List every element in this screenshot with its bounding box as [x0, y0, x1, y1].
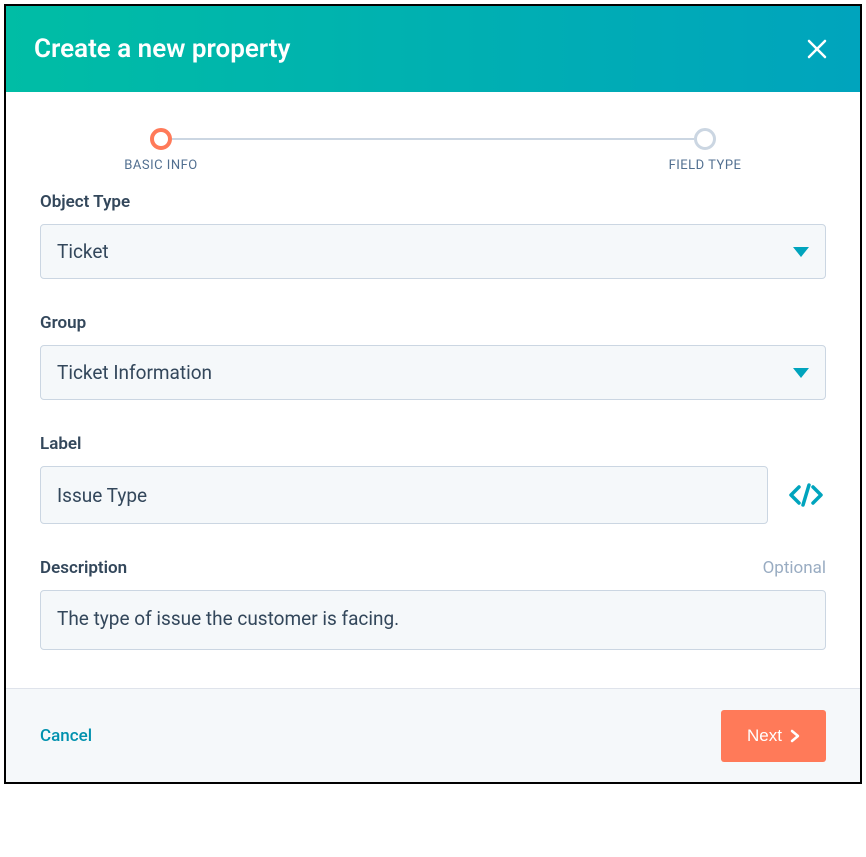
- close-icon: [805, 37, 829, 61]
- internal-name-button[interactable]: [786, 475, 826, 515]
- modal-title: Create a new property: [34, 34, 290, 64]
- field-label: Label: [40, 434, 826, 524]
- step-connector: [172, 138, 694, 140]
- object-type-value: Ticket: [57, 240, 109, 263]
- cancel-button[interactable]: Cancel: [40, 726, 92, 746]
- group-value: Ticket Information: [57, 361, 212, 384]
- description-label: Description: [40, 558, 127, 578]
- label-input-row: [40, 466, 826, 524]
- description-textarea[interactable]: [40, 590, 826, 650]
- caret-down-icon: [793, 368, 809, 378]
- step-circle-active-icon: [150, 128, 172, 150]
- field-description: Description Optional: [40, 558, 826, 654]
- caret-down-icon: [793, 247, 809, 257]
- step-label: FIELD TYPE: [669, 158, 742, 173]
- modal-footer: Cancel Next: [6, 688, 860, 782]
- next-button[interactable]: Next: [721, 710, 826, 762]
- modal-header: Create a new property: [6, 6, 860, 92]
- label-field-label: Label: [40, 434, 826, 454]
- form-area: Object Type Ticket Group Ticket Informat…: [40, 192, 826, 654]
- field-group: Group Ticket Information: [40, 313, 826, 400]
- chevron-right-icon: [790, 729, 800, 743]
- next-button-label: Next: [747, 726, 782, 746]
- code-icon: [788, 481, 824, 509]
- modal-body: BASIC INFO FIELD TYPE Object Type Ticket…: [6, 92, 860, 688]
- create-property-modal: Create a new property BASIC INFO FIELD T…: [4, 4, 862, 784]
- field-object-type: Object Type Ticket: [40, 192, 826, 279]
- step-label: BASIC INFO: [124, 158, 197, 173]
- step-field-type[interactable]: FIELD TYPE: [694, 128, 716, 150]
- optional-hint: Optional: [763, 558, 826, 578]
- close-button[interactable]: [802, 34, 832, 64]
- object-type-select[interactable]: Ticket: [40, 224, 826, 279]
- label-input[interactable]: [40, 466, 768, 524]
- description-label-row: Description Optional: [40, 558, 826, 578]
- step-basic-info[interactable]: BASIC INFO: [150, 128, 172, 150]
- step-circle-inactive-icon: [694, 128, 716, 150]
- object-type-label: Object Type: [40, 192, 826, 212]
- stepper: BASIC INFO FIELD TYPE: [40, 128, 826, 150]
- group-label: Group: [40, 313, 826, 333]
- group-select[interactable]: Ticket Information: [40, 345, 826, 400]
